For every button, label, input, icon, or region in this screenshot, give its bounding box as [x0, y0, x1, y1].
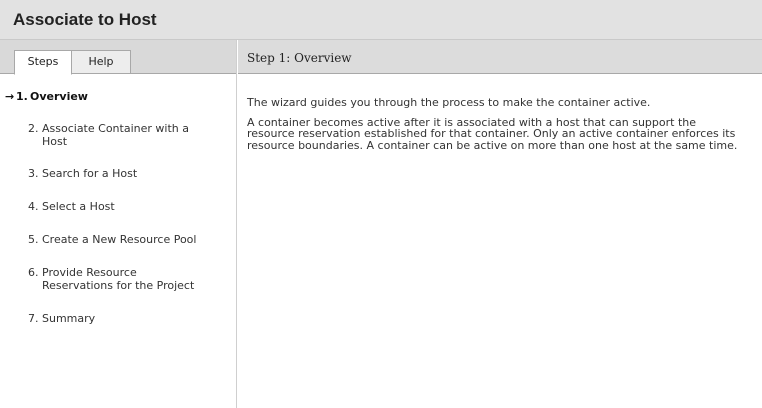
step-number: 6. [28, 266, 39, 279]
step-label: Create a New Resource Pool [42, 233, 197, 246]
step-number: 2. [28, 122, 39, 135]
arrow-right-icon: → [5, 90, 15, 103]
step-number: 5. [28, 233, 39, 246]
step-title: Step 1: Overview [247, 51, 352, 65]
intro-paragraph: The wizard guides you through the proces… [247, 96, 651, 109]
step-label: Select a Host [42, 200, 115, 213]
steps-pane: Steps Help → 1. Overview 2. Associate Co… [0, 40, 237, 408]
step-label: Summary [42, 312, 96, 325]
step-number: 7. [28, 312, 39, 325]
step-number: 4. [28, 200, 39, 213]
step-label: Overview [30, 90, 88, 103]
step-content: The wizard guides you through the proces… [247, 97, 747, 159]
tab-steps[interactable]: Steps [14, 50, 72, 75]
step-label: Associate Container with a Host [42, 122, 189, 148]
title-bar: Associate to Host [0, 0, 762, 40]
step-label: Search for a Host [42, 167, 138, 180]
tab-help[interactable]: Help [71, 50, 131, 74]
associate-to-host-wizard: Associate to Host Steps Help → 1. Overvi… [0, 0, 762, 408]
window-title: Associate to Host [13, 10, 157, 29]
description-paragraph: A container becomes active after it is a… [247, 115, 738, 152]
step-header: Step 1: Overview [238, 40, 762, 74]
tab-strip: Steps Help [0, 40, 236, 75]
step-number: 1. [16, 90, 28, 103]
step-label: Provide Resource Reservations for the Pr… [42, 266, 195, 292]
step-number: 3. [28, 167, 39, 180]
